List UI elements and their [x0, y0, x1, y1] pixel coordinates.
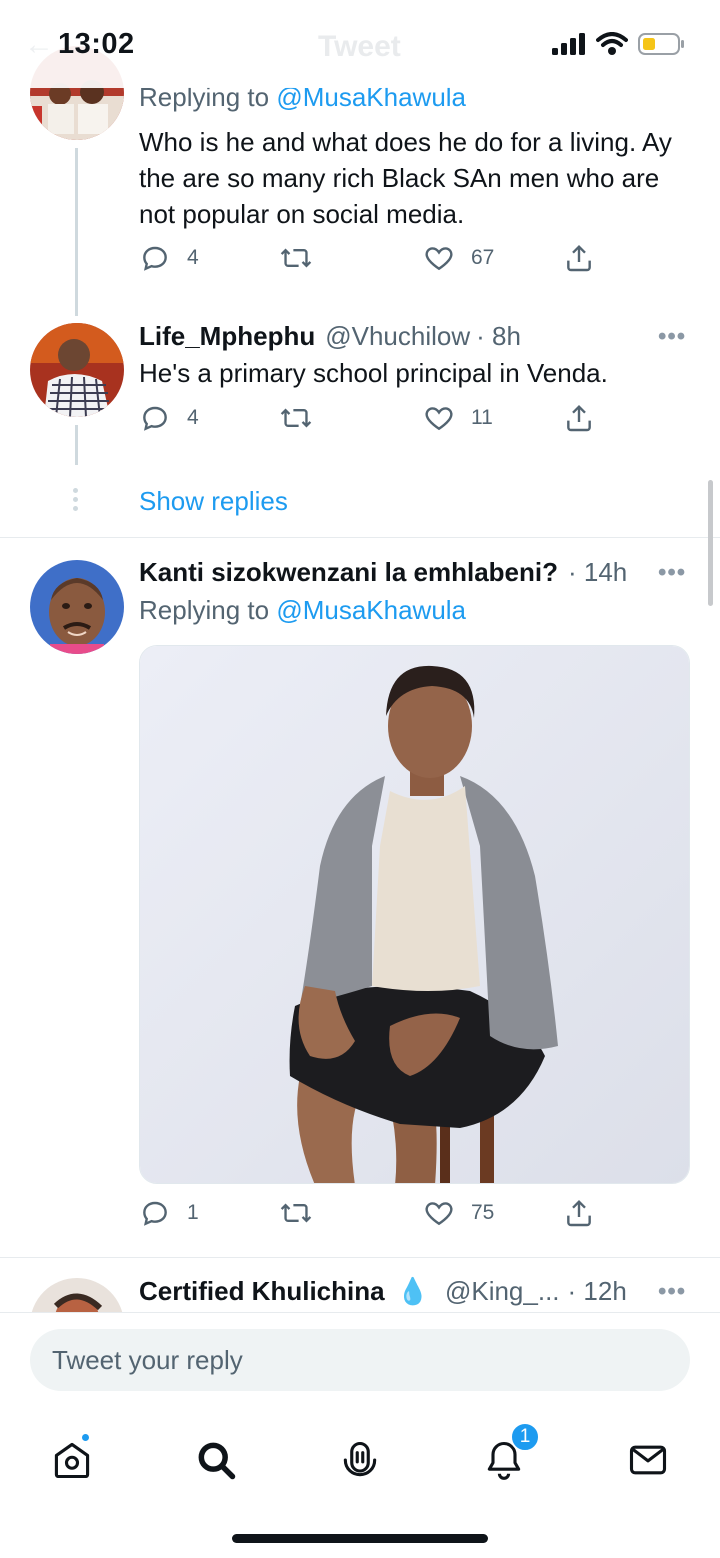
tab-bar: 1 — [0, 1410, 720, 1558]
avatar[interactable] — [30, 560, 124, 654]
tweet-text: Who is he and what does he do for a livi… — [139, 127, 672, 229]
reply-button[interactable]: 1 — [139, 1197, 199, 1229]
tweet-time: · 12h — [567, 1276, 627, 1306]
status-bar: ← Tweet 13:02 — [0, 0, 720, 88]
tweet-photo[interactable] — [139, 645, 690, 1184]
display-name[interactable]: Certified Khulichina — [139, 1276, 385, 1307]
status-icons — [552, 32, 686, 56]
more-options-icon[interactable]: ••• — [658, 323, 686, 351]
share-button[interactable] — [563, 1197, 595, 1229]
retweet-icon — [280, 408, 312, 428]
tab-home[interactable] — [42, 1430, 102, 1490]
like-count: 75 — [471, 1201, 495, 1224]
reply-feed: Replying to @MusaKhawula Who is he and w… — [0, 0, 720, 1312]
tweet-text: He's a primary school principal in Venda… — [139, 358, 608, 388]
messages-icon — [629, 1445, 667, 1475]
tab-notifications[interactable]: 1 — [474, 1422, 540, 1490]
retweet-button[interactable] — [279, 402, 313, 434]
search-icon — [198, 1442, 236, 1480]
share-button[interactable] — [563, 402, 595, 434]
tweet-time: · 14h — [567, 557, 628, 587]
reply-icon — [143, 406, 167, 431]
reply-input[interactable] — [30, 1329, 690, 1391]
share-icon — [567, 244, 591, 272]
spaces-icon — [343, 1441, 377, 1477]
tweet-header: Certified Khulichina 💧 @King_... · 12h — [139, 1276, 627, 1307]
share-icon — [567, 404, 591, 432]
tab-search[interactable] — [186, 1430, 246, 1490]
reply-button[interactable]: 4 — [139, 402, 199, 434]
status-time: 13:02 — [58, 28, 135, 60]
home-new-dot — [80, 1432, 91, 1443]
back-arrow-icon[interactable]: ← — [24, 28, 54, 62]
mention-link[interactable]: @MusaKhawula — [276, 595, 466, 625]
home-icon — [54, 1442, 90, 1479]
notifications-badge: 1 — [510, 1422, 540, 1452]
wifi-icon — [596, 32, 628, 55]
tweet-header: Life_Mphephu @Vhuchilow · 8h — [139, 321, 521, 352]
share-button[interactable] — [563, 242, 595, 274]
reply-icon — [143, 246, 167, 271]
retweet-button[interactable] — [279, 242, 313, 274]
droplet-emoji: 💧 — [396, 1276, 429, 1306]
avatar[interactable] — [30, 323, 124, 417]
share-icon — [567, 1199, 591, 1227]
more-options-icon[interactable]: ••• — [658, 1278, 686, 1306]
tweet-actions: 4 67 — [139, 242, 609, 282]
thread-line — [75, 425, 78, 465]
divider — [0, 537, 720, 538]
reply-count: 1 — [187, 1201, 199, 1224]
like-button[interactable]: 75 — [423, 1197, 494, 1229]
like-button[interactable]: 67 — [423, 242, 494, 274]
tab-spaces[interactable] — [330, 1430, 390, 1490]
tweet-header: Kanti sizokwenzani la emhlabeni? · 14h — [139, 557, 627, 588]
retweet-button[interactable] — [279, 1197, 313, 1229]
like-count: 67 — [471, 246, 495, 269]
battery-icon — [638, 33, 684, 55]
display-name[interactable]: Life_Mphephu — [139, 321, 315, 352]
reply-icon — [143, 1201, 167, 1226]
more-options-icon[interactable]: ••• — [658, 559, 686, 587]
more-replies-dots — [72, 488, 80, 515]
tweet-actions: 4 11 — [139, 402, 609, 442]
user-handle[interactable]: @King_... — [445, 1276, 560, 1307]
avatar[interactable] — [30, 1278, 124, 1312]
tweet-time: · 8h — [476, 321, 521, 351]
home-indicator — [232, 1534, 488, 1543]
like-count: 11 — [471, 406, 493, 429]
heart-icon — [425, 407, 453, 431]
heart-icon — [425, 1202, 453, 1226]
show-replies-link[interactable]: Show replies — [139, 486, 288, 517]
cellular-signal-icon — [552, 33, 585, 55]
reply-count: 4 — [187, 406, 199, 429]
retweet-icon — [280, 248, 312, 268]
like-button[interactable]: 11 — [423, 402, 493, 434]
reply-composer — [0, 1312, 720, 1410]
scrollbar[interactable] — [708, 480, 713, 606]
tab-messages[interactable] — [618, 1430, 678, 1490]
reply-count: 4 — [187, 246, 199, 269]
divider — [0, 1257, 720, 1258]
retweet-icon — [280, 1203, 312, 1223]
tweet-actions: 1 75 — [139, 1197, 609, 1237]
user-handle[interactable]: @Vhuchilow — [325, 321, 470, 352]
display-name[interactable]: Kanti sizokwenzani la emhlabeni? — [139, 557, 558, 588]
heart-icon — [425, 247, 453, 271]
page-title: Tweet — [318, 30, 401, 63]
reply-button[interactable]: 4 — [139, 242, 199, 274]
replying-to: Replying to @MusaKhawula — [139, 595, 467, 625]
thread-line — [75, 148, 78, 316]
